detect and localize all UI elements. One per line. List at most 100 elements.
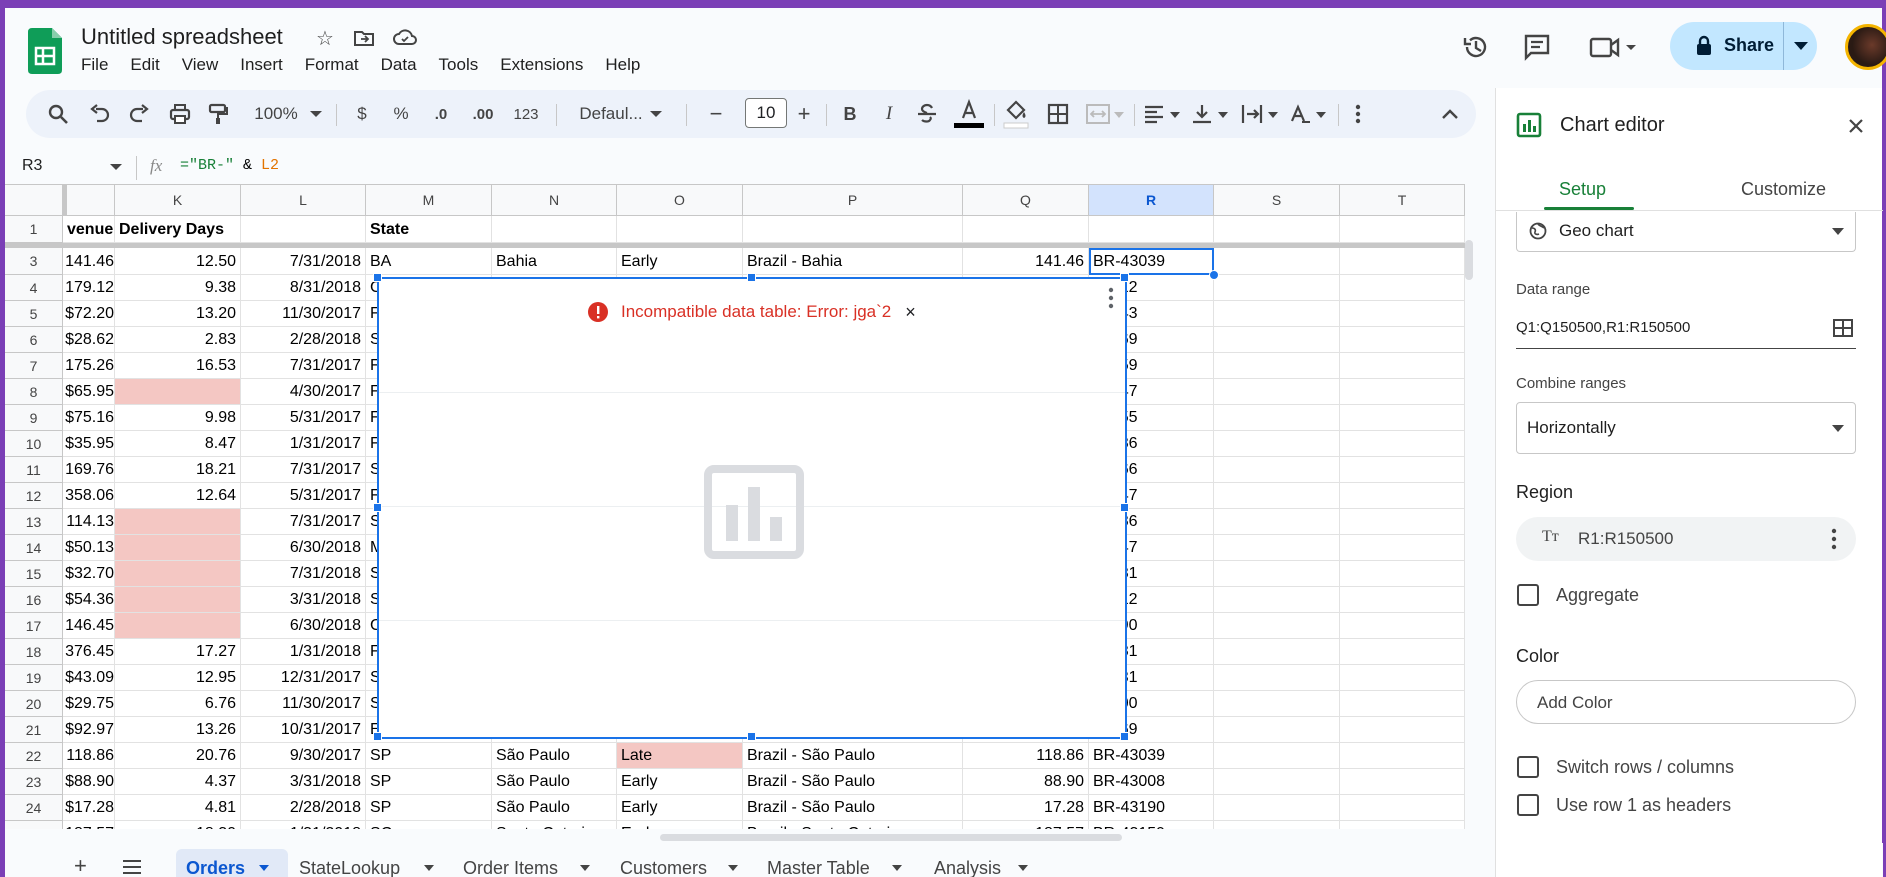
table-cell[interactable]: 9.38 [115, 275, 241, 301]
table-cell[interactable]: venue [63, 216, 115, 243]
table-cell[interactable] [1340, 587, 1465, 613]
row-header[interactable]: 18 [5, 639, 63, 665]
row-header[interactable]: 1 [5, 216, 63, 243]
tab-order-items[interactable]: Order Items [463, 858, 558, 877]
table-cell[interactable]: $75.16 [63, 405, 115, 431]
menu-data[interactable]: Data [370, 53, 428, 77]
row-header[interactable]: 12 [5, 483, 63, 509]
table-cell[interactable]: $35.95 [63, 431, 115, 457]
table-cell[interactable]: 5/31/2017 [241, 405, 366, 431]
table-cell[interactable] [1214, 639, 1340, 665]
region-more-icon[interactable] [1830, 527, 1838, 551]
star-icon[interactable]: ☆ [312, 26, 338, 50]
row-header[interactable]: 25 [5, 821, 63, 829]
bold-button[interactable]: B [838, 100, 862, 128]
text-color-icon[interactable] [954, 96, 984, 130]
frozen-column-divider[interactable] [63, 185, 67, 216]
menu-insert[interactable]: Insert [229, 53, 294, 77]
table-cell[interactable] [1214, 769, 1340, 795]
table-cell[interactable] [1214, 821, 1340, 829]
version-history-icon[interactable] [1461, 32, 1491, 62]
search-menus-icon[interactable] [46, 100, 70, 128]
table-cell[interactable] [1214, 353, 1340, 379]
borders-icon[interactable] [1046, 100, 1070, 128]
sheets-logo-icon[interactable] [28, 28, 62, 74]
tab-menu-icon[interactable] [580, 865, 590, 871]
table-cell[interactable]: Bahia [492, 248, 617, 275]
table-cell[interactable]: 12.50 [115, 248, 241, 275]
row-header[interactable]: 16 [5, 587, 63, 613]
column-header-l[interactable]: L [241, 185, 366, 216]
table-cell[interactable]: 88.90 [963, 769, 1089, 795]
resize-handle[interactable] [747, 273, 756, 282]
resize-handle[interactable] [1120, 273, 1129, 282]
merge-cells-icon[interactable] [1084, 100, 1126, 128]
menu-edit[interactable]: Edit [119, 53, 170, 77]
table-cell[interactable] [1340, 821, 1465, 829]
format-currency-button[interactable]: $ [350, 100, 374, 128]
all-sheets-icon[interactable] [123, 860, 141, 874]
row-header[interactable]: 20 [5, 691, 63, 717]
italic-button[interactable]: I [877, 100, 901, 128]
tab-customers[interactable]: Customers [620, 858, 707, 877]
column-header-o[interactable]: O [617, 185, 743, 216]
table-cell[interactable] [1340, 691, 1465, 717]
increase-font-size-button[interactable]: + [794, 100, 814, 128]
resize-handle[interactable] [373, 273, 382, 282]
table-cell[interactable] [1340, 248, 1465, 275]
column-header-p[interactable]: P [743, 185, 963, 216]
table-cell[interactable]: 12.64 [115, 483, 241, 509]
select-range-icon[interactable] [1833, 319, 1853, 337]
format-percent-button[interactable]: % [389, 100, 413, 128]
table-cell[interactable] [115, 379, 241, 405]
tab-analysis[interactable]: Analysis [934, 858, 1001, 877]
table-cell[interactable]: 1/31/2018 [241, 639, 366, 665]
comments-icon[interactable] [1522, 32, 1552, 62]
table-cell[interactable]: 3/31/2018 [241, 587, 366, 613]
vertical-align-icon[interactable] [1190, 100, 1232, 128]
tab-menu-icon[interactable] [728, 865, 738, 871]
row-header[interactable]: 7 [5, 353, 63, 379]
table-cell[interactable] [1214, 691, 1340, 717]
table-cell[interactable] [1340, 379, 1465, 405]
table-cell[interactable]: $50.13 [63, 535, 115, 561]
table-cell[interactable]: 2/28/2018 [241, 795, 366, 821]
more-options-icon[interactable] [1346, 100, 1370, 128]
table-cell[interactable]: São Paulo [492, 743, 617, 769]
resize-handle[interactable] [373, 503, 382, 512]
dismiss-error-button[interactable]: × [905, 302, 916, 323]
table-cell[interactable]: 6.76 [115, 691, 241, 717]
table-cell[interactable] [1214, 743, 1340, 769]
chart-object[interactable]: Incompatible data table: Error: jga`2 × [373, 273, 1129, 741]
font-dropdown-icon[interactable] [650, 100, 662, 128]
table-cell[interactable]: $72.20 [63, 301, 115, 327]
table-cell[interactable]: $65.95 [63, 379, 115, 405]
table-cell[interactable]: Early [617, 821, 743, 829]
selected-cell-outline[interactable] [1089, 248, 1214, 275]
table-cell[interactable]: 7/31/2018 [241, 248, 366, 275]
table-cell[interactable]: 376.45 [63, 639, 115, 665]
select-all-corner[interactable] [5, 185, 63, 216]
table-cell[interactable] [1214, 248, 1340, 275]
tab-setup[interactable]: Setup [1559, 179, 1606, 200]
undo-icon[interactable] [89, 100, 111, 128]
table-cell[interactable] [1214, 613, 1340, 639]
name-box[interactable]: R3 [22, 157, 42, 175]
print-icon[interactable] [168, 100, 192, 128]
table-cell[interactable]: 8/31/2018 [241, 275, 366, 301]
table-cell[interactable]: SP [366, 743, 492, 769]
table-cell[interactable]: Delivery Days [115, 216, 241, 243]
table-cell[interactable] [1214, 275, 1340, 301]
aggregate-checkbox[interactable] [1517, 584, 1539, 606]
table-cell[interactable]: 12/31/2017 [241, 665, 366, 691]
resize-handle[interactable] [747, 732, 756, 741]
share-button[interactable]: Share [1670, 22, 1817, 70]
table-cell[interactable]: 13.26 [115, 717, 241, 743]
table-cell[interactable]: 18.30 [115, 821, 241, 829]
paint-format-icon[interactable] [207, 100, 229, 128]
horizontal-scrollbar[interactable] [660, 834, 1122, 841]
table-cell[interactable] [1340, 457, 1465, 483]
chart-menu-icon[interactable] [1107, 287, 1115, 309]
column-header-t[interactable]: T [1340, 185, 1465, 216]
zoom-dropdown-icon[interactable] [310, 100, 322, 128]
